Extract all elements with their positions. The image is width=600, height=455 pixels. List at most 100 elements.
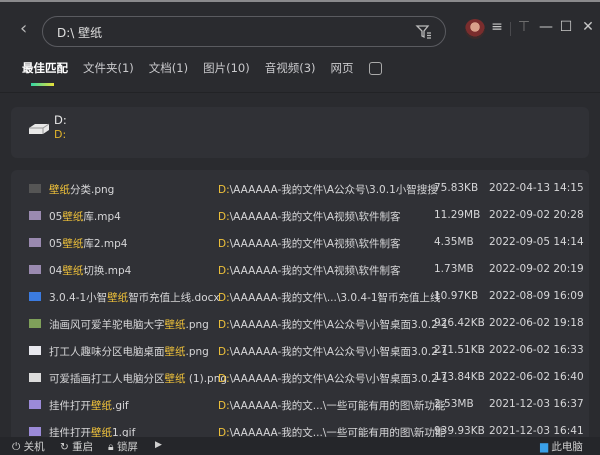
file-size: 1.73MB [434,263,474,275]
file-name: 05壁纸库2.mp4 [49,236,127,251]
file-path: D:\AAAAAA-我的文件\A公众号\小智桌面3.0.2-1 [218,317,448,332]
name-prefix: 可爱插画打工人电脑分区 [49,373,165,385]
path-drive: D: [218,400,230,412]
menu-icon[interactable]: ≡ [489,19,505,39]
name-highlight: 壁纸 [164,319,186,331]
path-drive: D: [218,265,230,277]
name-prefix: 04 [49,265,63,277]
video-icon [29,238,41,247]
filter-icon[interactable] [415,23,433,41]
restart-label: 重启 [72,441,94,453]
file-size: 173.84KB [434,371,485,383]
search-input[interactable] [57,23,397,41]
file-size: 10.97KB [434,290,479,302]
restart-button[interactable]: ↻ 重启 [60,439,93,454]
name-highlight: 壁纸 [91,427,112,437]
path-rest: \AAAAAA-我的文件\A视频\软件制客 [229,211,401,223]
name-suffix: 切换.mp4 [83,265,132,277]
file-name: 壁纸分类.png [49,182,114,197]
drive-icon [29,123,50,134]
gif-icon [29,400,41,409]
file-row[interactable]: 3.0.4-1小智壁纸智币充值上线.docx D:\AAAAAA-我的文件\..… [11,284,589,311]
name-prefix: 打工人趣味分区电脑桌面 [49,346,165,358]
this-pc-button[interactable]: ▆ 此电脑 [540,439,583,454]
more-arrow-icon[interactable]: ▶ [155,440,162,450]
tab-5[interactable]: 网页 [331,60,354,80]
path-drive: D: [218,211,230,223]
file-path: D:\AAAAAA-我的文件\A视频\软件制客 [218,236,401,251]
name-highlight: 壁纸 [107,292,129,304]
shutdown-button[interactable]: ⏻ 关机 [12,439,45,454]
edit-tabs-icon[interactable] [368,62,382,75]
tab-0[interactable]: 最佳匹配 [22,60,68,86]
file-size: 11.29MB [434,209,481,221]
image-icon [29,346,41,355]
file-name: 挂件打开壁纸1.gif [49,425,135,437]
image-icon [29,319,41,328]
file-row[interactable]: 挂件打开壁纸.gif D:\AAAAAA-我的文...\一些可能有用的图\新功能… [11,392,589,419]
file-row[interactable]: 挂件打开壁纸1.gif D:\AAAAAA-我的文...\一些可能有用的图\新功… [11,419,589,437]
file-path: D:\AAAAAA-我的文件\A公众号\小智桌面3.0.2-1 [218,344,448,359]
drive-result-card[interactable]: D: D: [11,107,589,158]
file-name: 打工人趣味分区电脑桌面壁纸.png [49,344,209,359]
file-path: D:\AAAAAA-我的文件\A公众号\3.0.1小智搜搜 [218,182,438,197]
computer-icon: ▆ [540,441,549,453]
file-date: 2021-12-03 16:37 [489,398,584,410]
name-highlight: 壁纸 [62,265,84,277]
file-row[interactable]: 可爱插画打工人电脑分区壁纸 (1).png D:\AAAAAA-我的文件\A公众… [11,365,589,392]
file-date: 2022-09-02 20:28 [489,209,584,221]
back-button[interactable]: ‹ [20,18,36,40]
lock-icon: 🔒︎ [108,441,114,453]
file-row[interactable]: 壁纸分类.png D:\AAAAAA-我的文件\A公众号\3.0.1小智搜搜 7… [11,176,589,203]
name-highlight: 壁纸 [62,211,84,223]
path-rest: \AAAAAA-我的文件\A公众号\小智桌面3.0.2-1 [229,346,449,358]
file-name: 3.0.4-1小智壁纸智币充值上线.docx [49,290,220,305]
path-rest: \AAAAAA-我的文件\A视频\软件制客 [229,238,401,250]
file-date: 2022-06-02 19:18 [489,317,584,329]
path-drive: D: [218,373,230,385]
file-row[interactable]: 油画风可爱羊驼电脑大字壁纸.png D:\AAAAAA-我的文件\A公众号\小智… [11,311,589,338]
name-suffix: .png [185,319,209,331]
file-name: 油画风可爱羊驼电脑大字壁纸.png [49,317,209,332]
name-prefix: 05 [49,211,63,223]
divider [510,22,511,36]
file-row[interactable]: 04壁纸切换.mp4 D:\AAAAAA-我的文件\A视频\软件制客 1.73M… [11,257,589,284]
tab-4[interactable]: 音视频(3) [265,60,316,80]
file-row[interactable]: 打工人趣味分区电脑桌面壁纸.png D:\AAAAAA-我的文件\A公众号\小智… [11,338,589,365]
file-row[interactable]: 05壁纸库2.mp4 D:\AAAAAA-我的文件\A视频\软件制客 4.35M… [11,230,589,257]
path-rest: \AAAAAA-我的文件\A公众号\小智桌面3.0.2-1 [229,319,449,331]
file-date: 2022-09-05 14:14 [489,236,584,248]
file-row[interactable]: 05壁纸库.mp4 D:\AAAAAA-我的文件\A视频\软件制客 11.29M… [11,203,589,230]
file-path: D:\AAAAAA-我的文...\一些可能有用的图\新功能 [218,398,445,413]
image-icon [29,373,41,382]
name-prefix: 油画风可爱羊驼电脑大字 [49,319,165,331]
divider [0,92,600,93]
file-size: 4.35MB [434,236,474,248]
path-rest: \AAAAAA-我的文件\A视频\软件制客 [229,265,401,277]
file-path: D:\AAAAAA-我的文件\A视频\软件制客 [218,263,401,278]
pin-icon[interactable]: ⊤ [516,19,532,39]
close-button[interactable]: ✕ [580,19,596,39]
name-suffix: 库.mp4 [83,211,121,223]
search-box[interactable] [42,16,446,47]
window-top-border [0,0,600,2]
tab-2[interactable]: 文档(1) [149,60,188,80]
maximize-button[interactable]: ☐ [558,19,574,39]
video-icon [29,211,41,220]
avatar[interactable] [465,19,485,39]
minimize-button[interactable]: — [538,19,554,39]
name-suffix: .png [185,346,209,358]
lock-button[interactable]: 🔒︎ 锁屏 [108,439,138,454]
file-size: 926.42KB [434,317,485,329]
category-tabs: 最佳匹配 文件夹(1) 文档(1) 图片(10) 音视频(3) 网页 [22,60,382,86]
tab-3[interactable]: 图片(10) [203,60,250,80]
tab-1[interactable]: 文件夹(1) [83,60,134,80]
path-rest: \AAAAAA-我的文件\...\3.0.4-1智币充值上线 [229,292,441,304]
file-name: 挂件打开壁纸.gif [49,398,129,413]
file-date: 2022-04-13 14:15 [489,182,584,194]
file-path: D:\AAAAAA-我的文...\一些可能有用的图\新功能 [218,425,445,437]
gif-icon [29,427,41,436]
file-name: 04壁纸切换.mp4 [49,263,131,278]
drive-name: D: [54,113,67,127]
file-date: 2022-06-02 16:40 [489,371,584,383]
